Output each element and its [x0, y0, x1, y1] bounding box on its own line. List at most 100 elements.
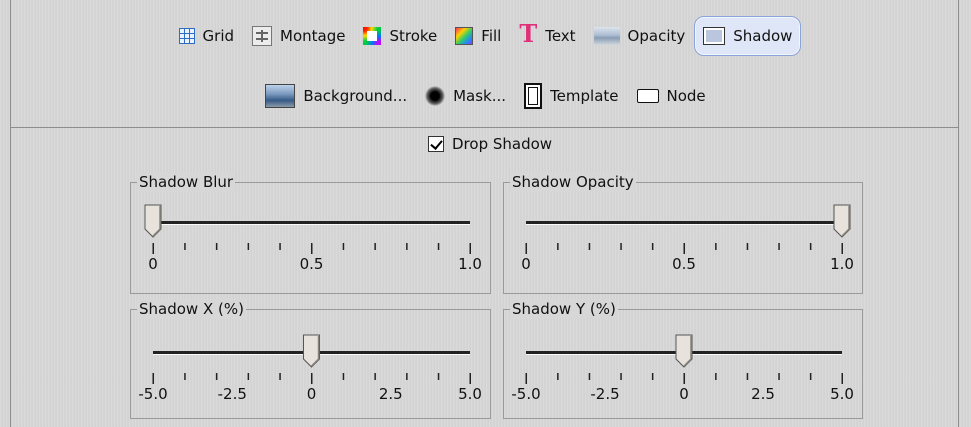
slider-tick — [184, 243, 186, 250]
node-label: Node — [666, 87, 706, 105]
slider-tick — [715, 243, 717, 250]
slider-tick — [841, 373, 843, 384]
text-label: Text — [545, 27, 576, 45]
slider-tick-label: -5.0 — [138, 385, 167, 403]
drop-shadow-checkbox[interactable] — [428, 136, 444, 152]
slider-tick — [311, 243, 313, 254]
grid-button[interactable]: Grid — [170, 16, 243, 56]
slider-tick-label: 5.0 — [458, 385, 482, 403]
slider-tick — [152, 243, 154, 254]
text-icon: T — [519, 19, 538, 48]
slider-tick — [746, 243, 749, 250]
slider-track — [153, 221, 470, 224]
slider-thumb[interactable] — [144, 204, 162, 238]
background-button[interactable]: Background... — [256, 76, 416, 116]
shadow-button[interactable]: Shadow — [694, 16, 802, 56]
montage-label: Montage — [280, 27, 346, 45]
drop-shadow-checkbox-row[interactable]: Drop Shadow — [428, 135, 552, 153]
slider-thumb[interactable] — [833, 204, 851, 238]
shadow-icon — [703, 27, 726, 45]
slider-tick-label: -2.5 — [218, 385, 247, 403]
shadow-x-group: Shadow X (%) -5.0 -2.5 0 2.5 5.0 — [130, 299, 491, 419]
slider-tick-label: 2.5 — [751, 385, 775, 403]
slider-tick — [525, 243, 527, 254]
slider-tick — [469, 243, 471, 254]
shadow-blur-slider[interactable]: 0 0.5 1.0 — [131, 183, 490, 293]
slider-tick-label: 0 — [148, 255, 158, 273]
slider-tick — [215, 243, 218, 250]
toolbar-row-1: Grid Montage Stroke Fill T Text Opacity … — [0, 14, 971, 58]
slider-tick — [557, 243, 559, 250]
slider-tick-label: 1.0 — [458, 255, 482, 273]
slider-tick — [588, 243, 591, 250]
text-button[interactable]: T Text — [510, 16, 584, 56]
slider-tick — [152, 373, 154, 384]
mask-label: Mask... — [453, 87, 507, 105]
slider-tick-label: 0.5 — [300, 255, 324, 273]
slider-tick — [683, 373, 685, 384]
drop-shadow-label: Drop Shadow — [452, 135, 553, 153]
slider-tick — [374, 373, 376, 380]
shadow-label: Shadow — [733, 27, 793, 45]
slider-tick — [469, 373, 471, 384]
template-button[interactable]: Template — [515, 76, 627, 116]
shadow-opacity-slider[interactable]: 0 0.5 1.0 — [504, 183, 862, 293]
slider-tick — [406, 373, 408, 380]
slider-tick — [279, 373, 281, 380]
slider-tick — [778, 243, 780, 250]
slider-tick — [279, 243, 281, 250]
toolbar-separator — [10, 127, 958, 128]
slider-tick-label: -2.5 — [590, 385, 619, 403]
fill-button[interactable]: Fill — [446, 16, 510, 56]
grid-label: Grid — [202, 27, 235, 45]
opacity-label: Opacity — [627, 27, 686, 45]
shadow-settings-panel: Grid Montage Stroke Fill T Text Opacity … — [0, 0, 971, 427]
slider-tick — [588, 373, 591, 380]
montage-icon — [252, 26, 273, 46]
slider-tick — [809, 243, 812, 250]
node-button[interactable]: Node — [628, 76, 715, 116]
shadow-blur-group: Shadow Blur 0 0.5 1.0 — [130, 172, 491, 294]
node-icon — [636, 89, 659, 103]
slider-thumb[interactable] — [303, 334, 320, 368]
template-label: Template — [550, 87, 619, 105]
fill-icon — [455, 27, 474, 45]
shadow-opacity-group: Shadow Opacity 0 0.5 1.0 — [503, 172, 863, 294]
slider-tick-label: 0 — [679, 385, 689, 403]
slider-tick — [437, 243, 440, 250]
slider-tick-label: -5.0 — [511, 385, 540, 403]
stroke-button[interactable]: Stroke — [354, 16, 446, 56]
panel-right-border — [958, 0, 959, 427]
slider-tick-label: 2.5 — [379, 385, 403, 403]
shadow-y-slider[interactable]: -5.0 -2.5 0 2.5 5.0 — [504, 310, 862, 418]
shadow-x-slider[interactable]: -5.0 -2.5 0 2.5 5.0 — [131, 310, 490, 418]
slider-tick — [525, 373, 527, 384]
slider-tick — [437, 373, 440, 380]
slider-tick-label: 5.0 — [830, 385, 854, 403]
panel-left-border — [10, 0, 11, 427]
slider-tick — [841, 243, 843, 254]
slider-tick — [620, 243, 622, 250]
slider-tick — [651, 373, 654, 380]
slider-thumb[interactable] — [675, 334, 693, 368]
slider-tick — [311, 373, 313, 384]
slider-tick — [651, 243, 654, 250]
slider-tick — [184, 373, 186, 380]
slider-tick-label: 0 — [307, 385, 317, 403]
montage-button[interactable]: Montage — [243, 16, 354, 56]
slider-tick-label: 0.5 — [672, 255, 696, 273]
opacity-button[interactable]: Opacity — [585, 16, 695, 56]
slider-tick — [406, 243, 408, 250]
slider-tick — [809, 373, 812, 380]
mask-button[interactable]: Mask... — [416, 76, 515, 116]
fill-label: Fill — [481, 27, 502, 45]
background-icon — [265, 84, 296, 108]
background-label: Background... — [303, 87, 408, 105]
slider-tick — [342, 243, 345, 250]
slider-tick — [342, 373, 345, 380]
grid-icon — [178, 28, 195, 44]
slider-tick — [557, 373, 559, 380]
stroke-label: Stroke — [389, 27, 438, 45]
slider-tick — [683, 243, 685, 254]
slider-tick — [715, 373, 717, 380]
